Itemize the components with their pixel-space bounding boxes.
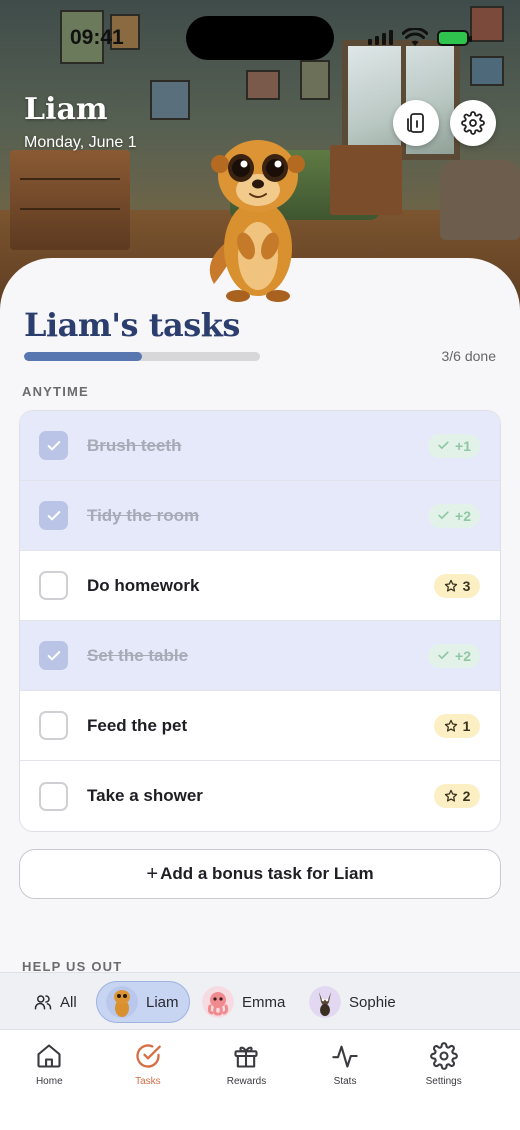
- kid-filter-emma[interactable]: Emma: [202, 981, 285, 1023]
- home-icon: [37, 1044, 61, 1068]
- kid-filter-all-label: All: [60, 993, 77, 1011]
- gear-icon: [461, 111, 485, 135]
- bottom-navigation: Home Tasks Rewards Stats Settings: [0, 1030, 520, 1130]
- meerkat-mascot-image: [209, 140, 305, 302]
- points-pending-badge: 3: [434, 573, 480, 598]
- kid-filter-sophie-label: Sophie: [349, 993, 396, 1011]
- task-label: Take a shower: [87, 786, 203, 805]
- nav-home[interactable]: Home: [0, 1030, 99, 1130]
- task-row[interactable]: Set the table +2: [20, 621, 500, 691]
- wifi-icon: [402, 28, 428, 46]
- points-pending-badge: 2: [434, 784, 480, 808]
- status-time: 09:41: [70, 26, 124, 49]
- task-label: Set the table: [87, 645, 189, 665]
- check-circle-icon: [136, 1044, 161, 1068]
- status-bar: 09:41: [0, 0, 520, 76]
- points-value: 2: [462, 788, 471, 804]
- section-label-anytime: ANYTIME: [22, 384, 89, 399]
- star-icon: [444, 789, 457, 802]
- task-row[interactable]: Take a shower 2: [20, 761, 500, 831]
- kid-filter-liam-label: Liam: [146, 993, 179, 1011]
- star-icon: [444, 579, 457, 592]
- nav-rewards[interactable]: Rewards: [197, 1030, 296, 1130]
- points-value: +2: [455, 507, 471, 524]
- points-earned-badge: +1: [428, 433, 480, 458]
- emma-avatar: [202, 986, 234, 1018]
- task-checkbox[interactable]: [39, 711, 68, 740]
- nav-rewards-label: Rewards: [226, 1076, 267, 1087]
- star-icon: [444, 719, 457, 732]
- points-value: 3: [462, 577, 471, 594]
- nav-home-label: Home: [35, 1076, 63, 1087]
- kid-filter-sophie[interactable]: Sophie: [309, 981, 396, 1023]
- kid-filter-liam[interactable]: Liam: [96, 981, 190, 1023]
- activity-icon: [332, 1045, 358, 1068]
- points-value: +1: [455, 437, 471, 454]
- kid-name-heading: Liam: [24, 92, 108, 127]
- gear-icon: [429, 1042, 458, 1070]
- people-icon: [34, 995, 52, 1010]
- points-pending-badge: 1: [434, 713, 480, 738]
- checkmark-icon: [47, 440, 60, 450]
- task-label: Tidy the room: [87, 505, 200, 525]
- sophie-avatar: [309, 986, 341, 1018]
- nav-settings-label: Settings: [425, 1076, 462, 1087]
- task-row[interactable]: Do homework 3: [20, 551, 500, 621]
- check-icon: [438, 651, 449, 660]
- dynamic-island: [186, 16, 334, 60]
- task-checkbox[interactable]: [39, 571, 68, 600]
- checkmark-icon: [47, 650, 60, 660]
- task-label: Do homework: [87, 575, 200, 595]
- task-row[interactable]: Feed the pet 1: [20, 691, 500, 761]
- checkmark-icon: [47, 510, 60, 520]
- nav-tasks[interactable]: Tasks: [99, 1030, 198, 1130]
- task-list: Brush teeth +1 Tidy the room +2 Do homework 3…: [19, 410, 501, 832]
- liam-avatar: [106, 986, 138, 1018]
- nav-stats-label: Stats: [333, 1076, 357, 1087]
- points-value: 1: [462, 717, 471, 734]
- settings-button[interactable]: [450, 100, 496, 146]
- tasks-done-count: 3/6 done: [441, 348, 497, 364]
- tasks-progress-bar: [24, 352, 260, 361]
- device-switch-icon: [407, 113, 424, 133]
- kid-filter-all[interactable]: All: [24, 981, 87, 1023]
- plus-icon: +: [146, 862, 159, 885]
- nav-settings[interactable]: Settings: [394, 1030, 493, 1130]
- add-bonus-task-button[interactable]: + Add a bonus task for Liam: [19, 849, 501, 899]
- task-row[interactable]: Brush teeth +1: [20, 411, 500, 481]
- points-value: +2: [455, 647, 471, 664]
- task-checkbox[interactable]: [39, 781, 68, 811]
- signal-icon: [368, 30, 393, 45]
- task-label: Brush teeth: [87, 435, 182, 455]
- points-earned-badge: +2: [428, 503, 480, 528]
- kid-filter-emma-label: Emma: [242, 993, 286, 1011]
- kid-tasks-title: Liam's tasks: [24, 306, 240, 344]
- task-checkbox[interactable]: [39, 641, 68, 670]
- nav-tasks-label: Tasks: [135, 1076, 161, 1087]
- nav-stats[interactable]: Stats: [296, 1030, 395, 1130]
- points-earned-badge: +2: [428, 643, 480, 668]
- gift-icon: [234, 1046, 259, 1068]
- current-date: Monday, June 1: [24, 134, 137, 151]
- battery-icon: [437, 30, 472, 46]
- add-bonus-task-label: Add a bonus task for Liam: [160, 864, 374, 883]
- check-icon: [438, 511, 449, 520]
- task-row[interactable]: Tidy the room +2: [20, 481, 500, 551]
- task-checkbox[interactable]: [39, 501, 68, 530]
- kid-filter-bar: All Liam Emma Sophie: [0, 972, 520, 1030]
- task-checkbox[interactable]: [39, 431, 68, 460]
- check-icon: [438, 441, 449, 450]
- task-label: Feed the pet: [87, 715, 188, 735]
- switch-device-button[interactable]: [393, 100, 439, 146]
